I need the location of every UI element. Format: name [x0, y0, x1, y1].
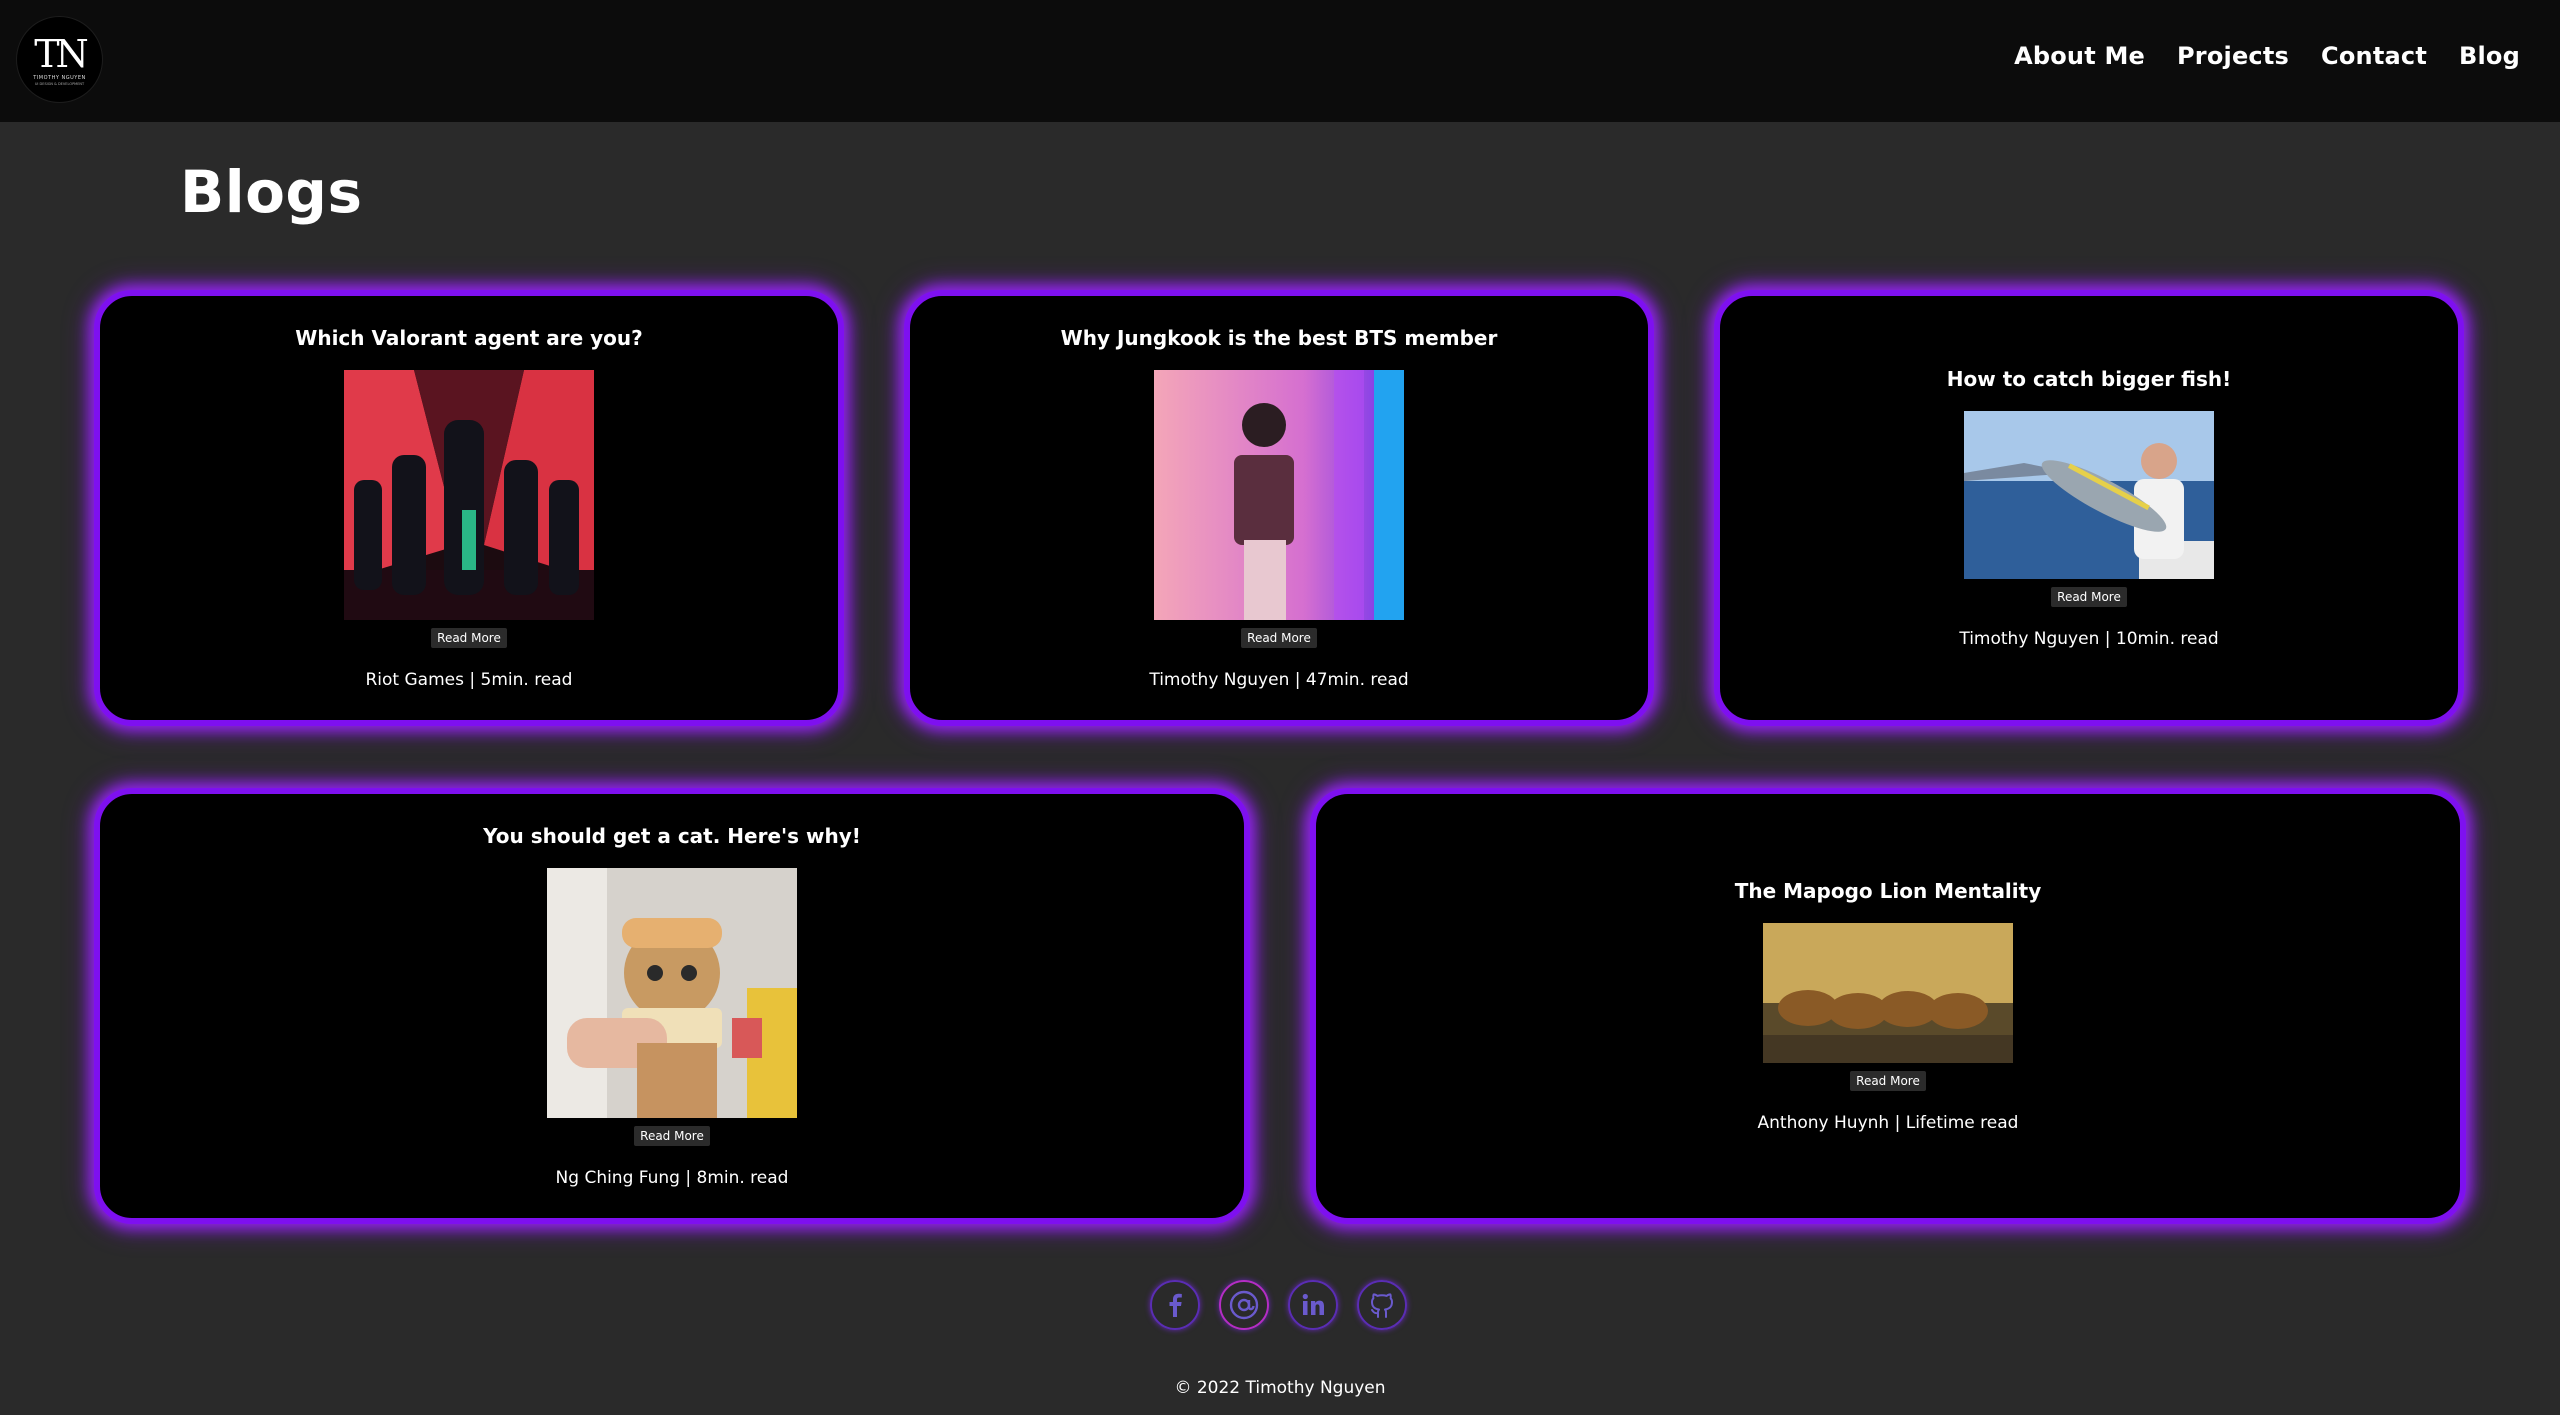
page-title: Blogs [180, 158, 363, 226]
blog-card-fish: How to catch bigger fish! Read More Timo… [1714, 290, 2464, 726]
blog-card-image-cat[interactable] [547, 868, 797, 1118]
blog-card-meta: Timothy Nguyen | 47min. read [1149, 670, 1409, 690]
read-more-button[interactable]: Read More [1850, 1071, 1926, 1091]
read-more-button[interactable]: Read More [431, 628, 507, 648]
nav-link-about-me[interactable]: About Me [2014, 42, 2145, 70]
read-more-button[interactable]: Read More [2051, 587, 2127, 607]
footer-copyright: © 2022 Timothy Nguyen [1174, 1378, 1386, 1398]
logo-name: TIMOTHY NGUYEN [33, 75, 86, 81]
site-logo[interactable]: TN TIMOTHY NGUYEN UI DESIGN & DEVELOPMEN… [16, 16, 103, 103]
blog-card-cat: You should get a cat. Here's why! Read M… [94, 788, 1250, 1224]
blog-card-title: The Mapogo Lion Mentality [1734, 879, 2042, 903]
linkedin-icon [1302, 1293, 1324, 1315]
blog-card-title: Why Jungkook is the best BTS member [1060, 326, 1498, 350]
blog-card-meta: Anthony Huynh | Lifetime read [1757, 1113, 2019, 1133]
github-link[interactable] [1357, 1280, 1407, 1330]
blog-card-meta: Timothy Nguyen | 10min. read [1959, 629, 2219, 649]
read-more-button[interactable]: Read More [1241, 628, 1317, 648]
linkedin-link[interactable] [1288, 1280, 1338, 1330]
nav-link-projects[interactable]: Projects [2177, 42, 2289, 70]
logo-monogram: TN [34, 32, 89, 76]
logo-tagline: UI DESIGN & DEVELOPMENT [34, 82, 85, 86]
facebook-link[interactable] [1150, 1280, 1200, 1330]
nav-link-contact[interactable]: Contact [2321, 42, 2427, 70]
navbar: TN TIMOTHY NGUYEN UI DESIGN & DEVELOPMEN… [0, 0, 2560, 122]
nav-links: About Me Projects Contact Blog [2014, 42, 2520, 70]
github-icon [1371, 1293, 1393, 1318]
blog-card-title: You should get a cat. Here's why! [483, 824, 861, 848]
blog-card-image-jungkook[interactable] [1154, 370, 1404, 620]
email-icon [1229, 1290, 1259, 1320]
social-links [1150, 1280, 1407, 1330]
read-more-button[interactable]: Read More [634, 1126, 710, 1146]
email-link[interactable] [1219, 1280, 1269, 1330]
blog-card-meta: Riot Games | 5min. read [365, 670, 573, 690]
facebook-icon [1169, 1293, 1182, 1317]
blog-card-title: Which Valorant agent are you? [295, 326, 643, 350]
blog-card-valorant: Which Valorant agent are you? Read More … [94, 290, 844, 726]
blog-card-title: How to catch bigger fish! [1946, 367, 2232, 391]
blog-card-image-lions[interactable] [1763, 923, 2013, 1063]
blog-card-jungkook: Why Jungkook is the best BTS member Read… [904, 290, 1654, 726]
blog-card-meta: Ng Ching Fung | 8min. read [555, 1168, 789, 1188]
nav-link-blog[interactable]: Blog [2459, 42, 2520, 70]
blog-card-lions: The Mapogo Lion Mentality Read More Anth… [1310, 788, 2466, 1224]
blog-card-image-fish[interactable] [1964, 411, 2214, 579]
blog-card-image-valorant[interactable] [344, 370, 594, 620]
